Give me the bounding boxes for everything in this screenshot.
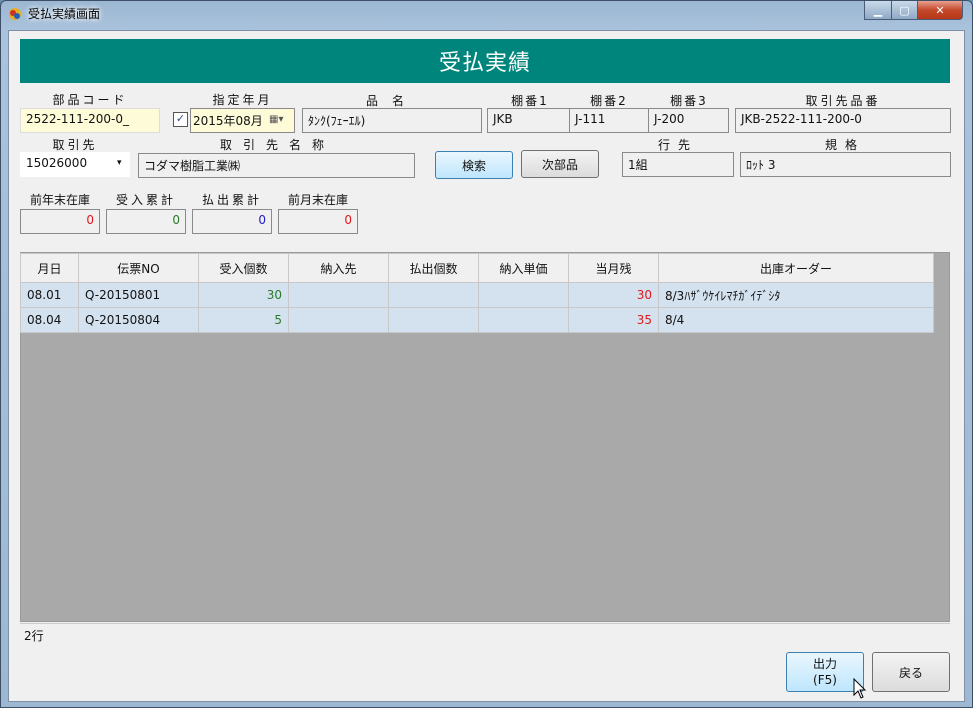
window-title: 受払実績画面 — [28, 7, 101, 21]
maximize-button[interactable]: ▢ — [891, 1, 918, 20]
cell-month-balance: 35 — [568, 307, 659, 333]
part-code-input[interactable]: 2522-111-200-0_ — [20, 108, 160, 133]
cell-delivery-to — [288, 282, 389, 308]
next-part-button[interactable]: 次部品 — [521, 150, 599, 178]
col-header-delivery-to[interactable]: 納入先 — [288, 253, 389, 283]
row-count: 2行 — [24, 629, 44, 643]
cell-delivery-to — [288, 307, 389, 333]
table-row[interactable]: 08.01 Q-20150801 30 30 8/3ﾊｻﾞｳｹｲﾚﾏﾁｶﾞｲﾃﾞ… — [20, 282, 934, 308]
shelf1-label: 棚番1 — [511, 94, 549, 108]
issue-total-field: 0 — [192, 209, 272, 234]
cell-issued-qty — [388, 307, 479, 333]
page-title: 受払実績 — [20, 39, 950, 83]
product-name-label: 品名 — [365, 94, 418, 108]
close-button[interactable]: ✕ — [917, 1, 963, 20]
shelf1-field: JKB — [487, 108, 570, 133]
cell-slip-no: Q-20150801 — [78, 282, 199, 308]
cell-date: 08.01 — [20, 282, 79, 308]
col-header-unit-price[interactable]: 納入単価 — [478, 253, 569, 283]
chevron-down-icon[interactable]: ▾ — [117, 158, 122, 168]
date-picker[interactable]: 2015年08月 ▦▾ — [190, 108, 295, 133]
supplier-select[interactable]: 15026000 ▾ — [20, 152, 130, 177]
supplier-select-value: 15026000 — [26, 156, 88, 170]
status-bar: 2行 — [20, 623, 950, 644]
output-button-shortcut: (F5) — [813, 673, 837, 687]
part-code-label: 部品コード — [52, 93, 128, 107]
col-header-shipping-order[interactable]: 出庫オーダー — [658, 253, 934, 283]
cell-slip-no: Q-20150804 — [78, 307, 199, 333]
search-button[interactable]: 検索 — [435, 151, 513, 179]
prev-year-stock-field: 0 — [20, 209, 100, 234]
col-header-received-qty[interactable]: 受入個数 — [198, 253, 289, 283]
product-name-field: ﾀﾝｸ(ﾌｪｰｴﾙ) — [302, 108, 482, 133]
cell-received-qty: 30 — [198, 282, 289, 308]
spec-field: ﾛｯﾄ 3 — [740, 152, 951, 177]
supplier-part-no-label: 取引先品番 — [805, 94, 881, 108]
supplier-name-field: コダマ樹脂工業㈱ — [138, 153, 415, 178]
cell-issued-qty — [388, 282, 479, 308]
issue-total-label: 払出累計 — [201, 193, 262, 207]
back-button[interactable]: 戻る — [872, 652, 950, 692]
cell-shipping-order: 8/3ﾊｻﾞｳｹｲﾚﾏﾁｶﾞｲﾃﾞｼﾀ — [658, 282, 934, 308]
supplier-part-no-field: JKB-2522-111-200-0 — [735, 108, 951, 133]
cell-shipping-order: 8/4 — [658, 307, 934, 333]
shelf3-label: 棚番3 — [670, 94, 708, 108]
destination-label: 行先 — [657, 138, 698, 152]
shelf2-label: 棚番2 — [590, 94, 628, 108]
prev-month-stock-field: 0 — [278, 209, 358, 234]
receipt-total-label: 受入累計 — [115, 193, 176, 207]
prev-year-stock-label: 前年末在庫 — [29, 193, 90, 207]
cell-date: 08.04 — [20, 307, 79, 333]
minimize-button[interactable]: ▁ — [864, 1, 892, 20]
cell-month-balance: 30 — [568, 282, 659, 308]
mouse-cursor-icon — [853, 678, 867, 699]
calendar-icon[interactable]: ▦▾ — [269, 114, 283, 125]
date-value: 2015年08月 — [193, 114, 263, 128]
title-bar: 受払実績画面 ▁ ▢ ✕ — [0, 0, 973, 28]
col-header-month-balance[interactable]: 当月残 — [568, 253, 659, 283]
destination-field: 1組 — [622, 152, 734, 177]
table-header-row: 月日 伝票NO 受入個数 納入先 払出個数 納入単価 当月残 出庫オーダー — [20, 253, 934, 283]
results-table: 月日 伝票NO 受入個数 納入先 払出個数 納入単価 当月残 出庫オーダー 08… — [20, 253, 934, 333]
table-row[interactable]: 08.04 Q-20150804 5 35 8/4 — [20, 307, 934, 333]
cell-unit-price — [478, 307, 569, 333]
cell-received-qty: 5 — [198, 307, 289, 333]
cell-unit-price — [478, 282, 569, 308]
shelf2-field: J-111 — [569, 108, 649, 133]
supplier-name-label: 取引先名称 — [219, 138, 335, 152]
supplier-label: 取引先 — [52, 138, 98, 152]
shelf3-field: J-200 — [648, 108, 729, 133]
prev-month-stock-label: 前月末在庫 — [287, 193, 348, 207]
output-button-label: 出力 — [812, 657, 837, 671]
receipt-total-field: 0 — [106, 209, 186, 234]
col-header-slip-no[interactable]: 伝票NO — [78, 253, 199, 283]
col-header-issued-qty[interactable]: 払出個数 — [388, 253, 479, 283]
col-header-date[interactable]: 月日 — [20, 253, 79, 283]
spec-label: 規格 — [824, 138, 865, 152]
date-checkbox[interactable]: ✓ — [173, 112, 188, 127]
date-label: 指定年月 — [212, 93, 273, 107]
app-icon — [9, 8, 21, 20]
